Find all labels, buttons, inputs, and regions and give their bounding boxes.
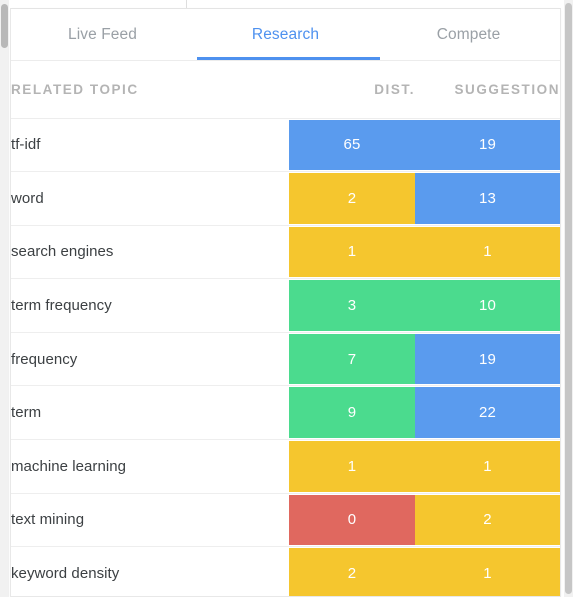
- table-row[interactable]: frequency 7 19: [11, 332, 560, 387]
- column-header-related-topic[interactable]: RELATED TOPIC: [11, 61, 289, 119]
- active-tab-indicator: [197, 57, 380, 60]
- cell-suggestion-value: 2: [415, 494, 560, 546]
- table-row[interactable]: term 9 22: [11, 385, 560, 441]
- cell-metrics-merged: 21: [289, 546, 560, 596]
- table-row[interactable]: text mining 0 2: [11, 493, 560, 548]
- cell-dist-value: 1: [289, 441, 415, 492]
- cell-dist-value: 2: [289, 173, 415, 224]
- table-row[interactable]: search engines 1 1: [11, 225, 560, 280]
- scrollbar-thumb[interactable]: [1, 4, 8, 48]
- page-scrollbar-left[interactable]: [0, 0, 9, 597]
- cell-suggestion: 2: [415, 493, 560, 548]
- cell-suggestion-value: 22: [415, 387, 560, 439]
- cell-dist-value: 3: [289, 280, 415, 331]
- cell-suggestion: 13: [415, 171, 560, 226]
- cell-dist-value: 9: [289, 387, 415, 439]
- cell-related-topic: frequency: [11, 332, 289, 387]
- panel-viewport: Live Feed Research Compete RELATED TOPIC…: [0, 0, 573, 597]
- table-row[interactable]: machine learning 1 1: [11, 439, 560, 494]
- cell-metrics-merged: 3 10: [289, 278, 560, 333]
- cell-dist-value: 2: [289, 548, 415, 596]
- table-row[interactable]: tf-idf 65 19: [11, 118, 560, 173]
- page-scrollbar-right[interactable]: [564, 0, 573, 597]
- cell-related-topic: tf-idf: [11, 118, 289, 173]
- cell-suggestion-value: 1: [415, 548, 560, 596]
- cell-suggestion-value: 1: [415, 441, 560, 492]
- cell-dist: 7: [289, 332, 415, 387]
- cell-related-topic: term frequency: [11, 278, 289, 333]
- cell-suggestion: 19: [415, 332, 560, 387]
- scrollbar-thumb[interactable]: [565, 3, 572, 594]
- cell-dist-value: 7: [289, 333, 415, 385]
- cell-dist: 0: [289, 493, 415, 548]
- cell-suggestion-value: 19: [415, 333, 560, 385]
- tab-compete[interactable]: Compete: [377, 9, 560, 61]
- tab-live-feed[interactable]: Live Feed: [11, 9, 194, 61]
- clipped-widget-edge: [186, 0, 187, 8]
- cell-metrics-merged: 11: [289, 225, 560, 280]
- cell-related-topic: search engines: [11, 225, 289, 280]
- cell-dist: 9: [289, 385, 415, 441]
- cell-related-topic: word: [11, 171, 289, 226]
- table-body: tf-idf 65 19 word 2 13 search engines 1 1 term fr…: [11, 118, 560, 596]
- cell-dist-value: 1: [289, 226, 415, 278]
- column-header-dist[interactable]: DIST.: [289, 61, 415, 119]
- cell-suggestion-value: 1: [415, 226, 560, 278]
- cell-dist: 2: [289, 171, 415, 226]
- cell-suggestion-value: 19: [415, 119, 560, 171]
- tab-research[interactable]: Research: [194, 9, 377, 61]
- cell-dist-value: 65: [289, 119, 415, 171]
- table-row[interactable]: term frequency 3 10: [11, 278, 560, 333]
- table-header-row: RELATED TOPIC DIST. SUGGESTION: [11, 61, 560, 119]
- cell-suggestion: 22: [415, 385, 560, 441]
- table-row[interactable]: keyword density 2 1: [11, 546, 560, 596]
- related-topics-table: RELATED TOPIC DIST. SUGGESTION tf-idf 65 1…: [11, 61, 560, 596]
- table-row[interactable]: word 2 13: [11, 171, 560, 226]
- cell-metrics-merged: 11: [289, 439, 560, 494]
- cell-related-topic: text mining: [11, 493, 289, 548]
- cell-suggestion-value: 10: [415, 280, 560, 331]
- cell-metrics-merged: 65 19: [289, 118, 560, 173]
- cell-related-topic: machine learning: [11, 439, 289, 494]
- table-header: RELATED TOPIC DIST. SUGGESTION: [11, 61, 560, 119]
- tab-bar: Live Feed Research Compete: [11, 9, 560, 61]
- cell-related-topic: keyword density: [11, 546, 289, 596]
- cell-dist-value: 0: [289, 494, 415, 546]
- cell-suggestion-value: 13: [415, 173, 560, 224]
- column-header-suggestion[interactable]: SUGGESTION: [415, 61, 560, 119]
- cell-related-topic: term: [11, 385, 289, 441]
- research-card: Live Feed Research Compete RELATED TOPIC…: [10, 8, 561, 597]
